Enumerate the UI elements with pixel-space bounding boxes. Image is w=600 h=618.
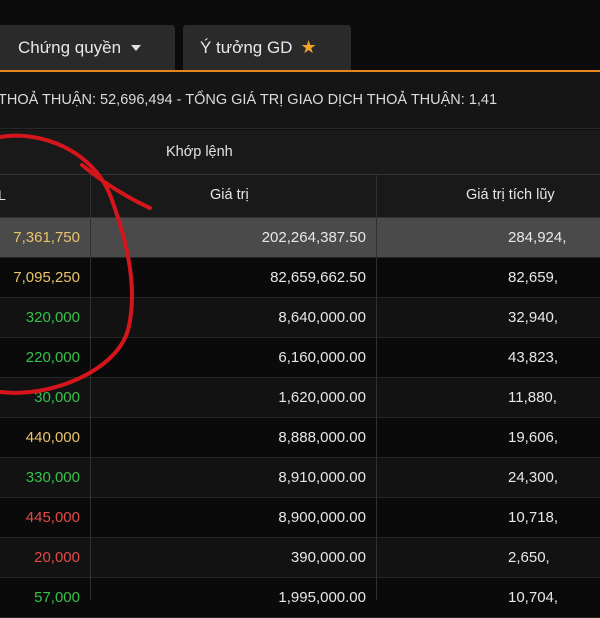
chevron-down-icon	[131, 44, 142, 51]
value-cell: 202,264,387.50	[261, 229, 366, 246]
tab-y-tuong-gd[interactable]: Ý tưởng GD ★	[183, 25, 351, 70]
value-cell: 6,160,000.00	[278, 349, 366, 366]
value-cell: 390,000.00	[290, 549, 366, 566]
star-icon: ★	[300, 37, 317, 57]
accumulated-value-cell: 10,718,	[508, 509, 559, 526]
column-header-value[interactable]: Giá trị	[210, 187, 249, 203]
accumulated-value-cell: 11,880,	[508, 389, 557, 406]
accumulated-value-cell: 32,940,	[508, 309, 559, 326]
accumulated-value-cell: 2,650,	[508, 549, 550, 566]
value-cell: 82,659,662.50	[270, 269, 366, 286]
tab-label: Ý tưởng GD	[200, 37, 293, 57]
ticker-text: THOẢ THUẬN: 52,696,494 - TỔNG GIÁ TRỊ GI…	[0, 92, 498, 108]
value-cell: 1,620,000.00	[278, 389, 366, 406]
volume-cell: 57,000	[34, 589, 80, 606]
volume-cell: 445,000	[25, 509, 80, 526]
top-tab-bar: Chứng quyền Ý tưởng GD ★	[0, 0, 600, 72]
value-cell: 8,888,000.00	[278, 429, 366, 446]
volume-cell: 7,361,750	[13, 229, 80, 246]
volume-cell: 30,000	[34, 389, 80, 406]
value-cell: 8,900,000.00	[278, 509, 366, 526]
tab-label: Chứng quyền	[18, 37, 122, 57]
volume-cell: 320,000	[25, 309, 80, 326]
volume-cell: 7,095,250	[13, 269, 80, 286]
value-cell: 1,995,000.00	[278, 589, 366, 606]
column-header-accumulated-value[interactable]: Giá trị tích lũy	[466, 187, 555, 203]
accumulated-value-cell: 82,659,	[508, 269, 559, 286]
accumulated-value-cell: 284,924,	[508, 229, 567, 246]
market-summary-ticker: THOẢ THUẬN: 52,696,494 - TỔNG GIÁ TRỊ GI…	[0, 72, 600, 129]
accumulated-value-cell: 43,823,	[508, 349, 559, 366]
volume-cell: 440,000	[25, 429, 80, 446]
accumulated-value-cell: 19,606,	[508, 429, 559, 446]
column-divider	[90, 175, 91, 600]
column-header-volume[interactable]: L	[0, 187, 6, 203]
tab-chung-quyen[interactable]: Chứng quyền	[0, 25, 175, 70]
value-cell: 8,640,000.00	[278, 309, 366, 326]
accumulated-value-cell: 10,704,	[508, 589, 559, 606]
volume-cell: 220,000	[25, 349, 80, 366]
group-header: Khớp lệnh	[0, 130, 600, 175]
column-divider	[376, 175, 377, 600]
volume-cell: 330,000	[25, 469, 80, 486]
group-header-label: Khớp lệnh	[166, 144, 233, 160]
accumulated-value-cell: 24,300,	[508, 469, 559, 486]
volume-cell: 20,000	[34, 549, 80, 566]
value-cell: 8,910,000.00	[278, 469, 366, 486]
